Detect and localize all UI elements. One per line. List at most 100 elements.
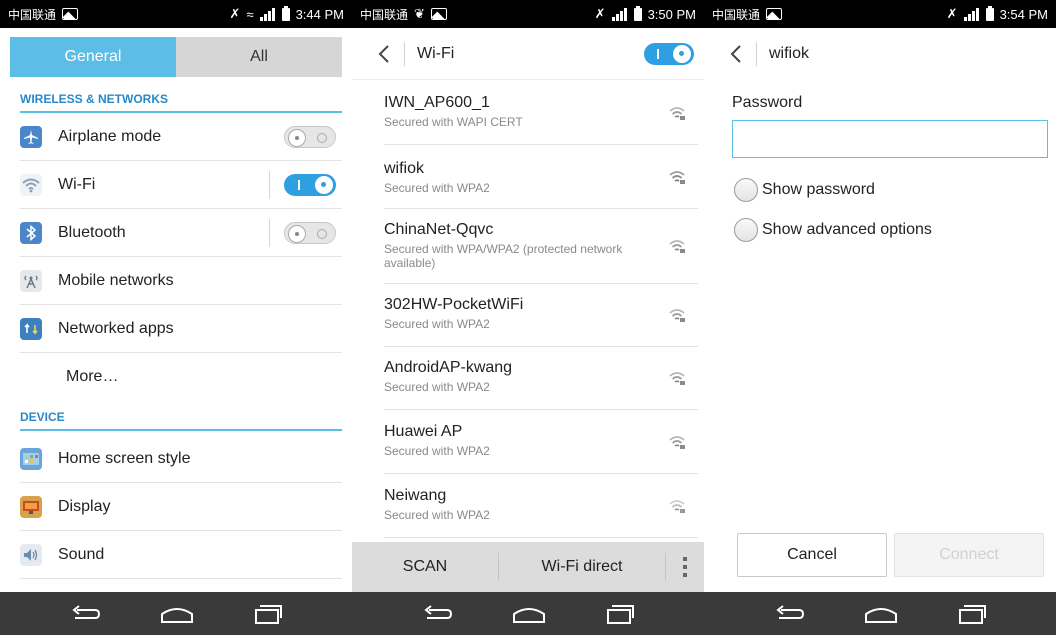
back-nav-icon[interactable] [773, 604, 805, 624]
recents-nav-icon[interactable] [253, 604, 283, 624]
back-nav-icon[interactable] [421, 604, 453, 624]
settings-item-sound[interactable]: Sound [20, 531, 342, 579]
overflow-menu-button[interactable] [666, 557, 704, 577]
network-security: Secured with WPA2 [384, 317, 490, 331]
wifi-network-item[interactable]: AndroidAP-kwang Secured with WPA2 [384, 347, 698, 410]
signal-icon [611, 7, 628, 21]
settings-item-more[interactable]: More… [20, 353, 342, 401]
navigation-bar [704, 592, 1056, 635]
show-advanced-option[interactable]: Show advanced options [734, 218, 932, 242]
networked-apps-icon [20, 317, 42, 340]
status-bar: 中国联通 ✗ 3:54 PM [704, 0, 1056, 28]
wifi-signal-locked-icon [669, 107, 685, 120]
tab-general[interactable]: General [10, 37, 176, 77]
show-advanced-label: Show advanced options [762, 221, 932, 238]
settings-item-label: Sound [58, 545, 105, 563]
settings-item-mobile-networks[interactable]: Mobile networks [20, 257, 342, 305]
divider [404, 41, 405, 66]
carrier-label: 中国联通 [8, 7, 57, 22]
wifi-network-item[interactable]: 302HW-PocketWiFi Secured with WPA2 [384, 284, 698, 347]
network-name: ChinaNet-Qqvc [384, 221, 494, 238]
connect-button[interactable]: Connect [894, 533, 1044, 577]
clock: 3:44 PM [295, 6, 344, 22]
page-title: Wi-Fi [417, 44, 455, 62]
network-security: Secured with WPA2 [384, 444, 490, 458]
navigation-bar [0, 592, 352, 635]
wifi-screen: 中国联通 ❦ ✗ 3:50 PM Wi-Fi IWN_AP600_1 Secure… [352, 0, 704, 635]
battery-icon [281, 5, 290, 21]
show-password-checkbox[interactable] [734, 178, 758, 202]
password-field[interactable] [732, 120, 1048, 158]
settings-item-display[interactable]: Display [20, 483, 342, 531]
show-advanced-checkbox[interactable] [734, 218, 758, 242]
home-screen-icon [20, 447, 42, 470]
wifi-network-item[interactable]: ChinaNet-Qqvc Secured with WPA/WPA2 (pro… [384, 209, 698, 284]
network-name: Neiwang [384, 487, 447, 504]
recents-nav-icon[interactable] [605, 604, 635, 624]
show-password-option[interactable]: Show password [734, 178, 875, 202]
network-name: Huawei AP [384, 423, 463, 440]
back-arrow-icon[interactable] [370, 40, 398, 68]
signal-icon [259, 7, 276, 21]
section-wireless-networks: WIRELESS & NETWORKS [20, 92, 342, 113]
network-security: Secured with WPA2 [384, 181, 490, 195]
wifi-signal-locked-icon [669, 309, 685, 322]
scan-button[interactable]: SCAN [352, 558, 498, 576]
status-bar: 中国联通 ✗ ≈ 3:44 PM [0, 0, 352, 28]
image-notification-icon [62, 8, 79, 20]
settings-item-label: Networked apps [58, 319, 174, 337]
wifi-network-item[interactable]: Neiwang Secured with WPA2 [384, 474, 698, 538]
wifi-direct-button[interactable]: Wi-Fi direct [499, 558, 665, 576]
wifi-signal-locked-icon [669, 170, 685, 184]
back-arrow-icon[interactable] [722, 40, 750, 68]
mobile-network-icon [20, 269, 42, 292]
wifi-network-item[interactable]: wifiok Secured with WPA2 [384, 145, 698, 209]
clock: 3:50 PM [647, 6, 696, 22]
wifi-network-item[interactable]: IWN_AP600_1 Secured with WAPI CERT [384, 82, 698, 145]
network-name: AndroidAP-kwang [384, 359, 513, 376]
status-bar: 中国联通 ❦ ✗ 3:50 PM [352, 0, 704, 28]
mute-icon: ✗ [946, 6, 958, 21]
airplane-mode-toggle[interactable] [284, 126, 336, 148]
settings-item-networked-apps[interactable]: Networked apps [20, 305, 342, 353]
wifi-app-bar: Wi-Fi [352, 28, 704, 80]
cancel-button[interactable]: Cancel [737, 533, 887, 577]
back-nav-icon[interactable] [69, 604, 101, 624]
wifi-signal-locked-icon [669, 499, 685, 513]
carrier-label: 中国联通 [360, 7, 409, 22]
wifi-signal-locked-icon [669, 240, 685, 253]
settings-item-label: Wi-Fi [58, 175, 96, 193]
settings-tabs: General All [10, 37, 342, 77]
settings-item-bluetooth[interactable]: Bluetooth [20, 209, 342, 257]
network-name: IWN_AP600_1 [384, 94, 490, 111]
recents-nav-icon[interactable] [957, 604, 987, 624]
battery-icon [633, 5, 642, 21]
network-name: 302HW-PocketWiFi [384, 296, 524, 313]
mute-icon: ✗ [594, 6, 606, 21]
tab-all[interactable]: All [176, 37, 342, 77]
page-title: wifiok [769, 45, 810, 62]
image-notification-icon [766, 8, 783, 20]
home-nav-icon[interactable] [512, 604, 546, 624]
carrier-label: 中国联通 [712, 7, 761, 22]
wifi-toggle[interactable] [284, 174, 336, 196]
home-nav-icon[interactable] [864, 604, 898, 624]
wifi-network-item[interactable]: Huawei AP Secured with WPA2 [384, 410, 698, 474]
bluetooth-icon [20, 221, 42, 244]
divider [756, 42, 757, 66]
display-icon [20, 495, 42, 518]
battery-icon [985, 5, 994, 21]
section-device: DEVICE [20, 410, 342, 431]
home-nav-icon[interactable] [160, 604, 194, 624]
dialog-app-bar: wifiok [704, 28, 1056, 80]
bluetooth-toggle[interactable] [284, 222, 336, 244]
clock: 3:54 PM [999, 6, 1048, 22]
settings-item-airplane-mode[interactable]: Airplane mode [20, 113, 342, 161]
network-security: Secured with WPA/WPA2 (protected network… [384, 242, 623, 270]
wifi-master-toggle[interactable] [644, 43, 694, 65]
image-notification-icon [430, 8, 447, 20]
settings-item-label: Airplane mode [58, 127, 162, 145]
settings-item-home-screen-style[interactable]: Home screen style [20, 435, 342, 483]
settings-item-wifi[interactable]: Wi-Fi [20, 161, 342, 209]
divider [269, 171, 270, 199]
